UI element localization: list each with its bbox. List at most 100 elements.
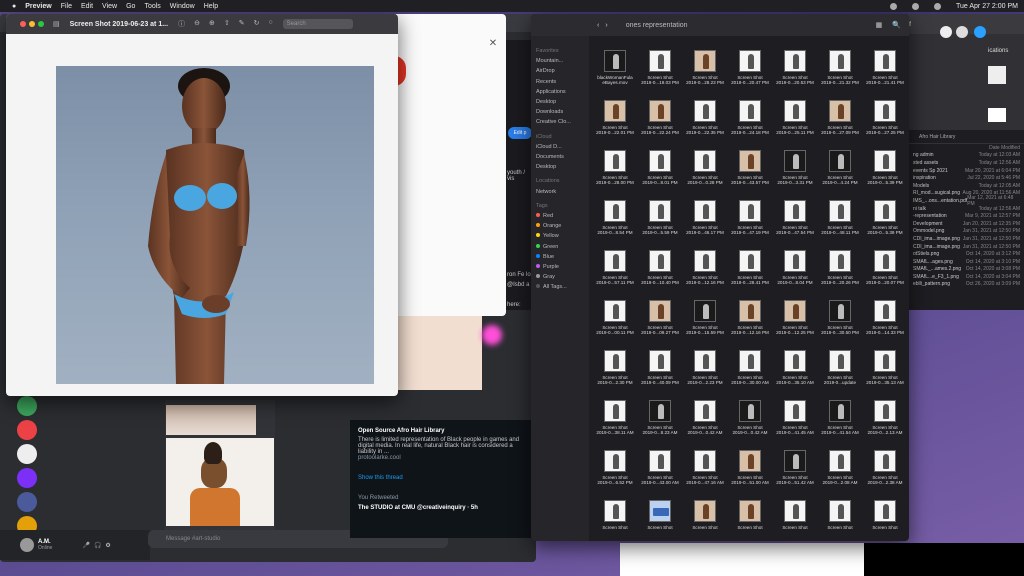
forward-arrow-icon[interactable]: › xyxy=(605,22,607,29)
file-item[interactable]: Screen Shot 2019-0...30.50 PM xyxy=(818,300,862,350)
notification-icon[interactable] xyxy=(956,26,968,38)
file-item[interactable]: Screen Shot 2019-0...22.24 PM xyxy=(638,100,682,150)
file-item[interactable]: Screen Shot 2019-0...51.00 AM xyxy=(728,450,772,500)
file-item[interactable]: Screen Shot 2019-0...43.00 AM xyxy=(638,450,682,500)
file-item[interactable]: Screen Shot 2019-0...00.11 PM xyxy=(593,300,637,350)
file-item[interactable]: Screen Shot 2019-0...20.47 PM xyxy=(728,50,772,100)
file-item[interactable]: Screen Shot 2019-0...update xyxy=(818,350,862,400)
server-icon[interactable] xyxy=(17,444,37,464)
sidebar-toggle-icon[interactable]: ▤ xyxy=(53,20,60,28)
list-row[interactable]: SMAfL_...ames.2.png Oct 14, 2020 at 3:08 … xyxy=(909,266,1024,274)
file-item[interactable]: Screen Shot 2019-0...40.09 PM xyxy=(638,350,682,400)
file-item[interactable]: Screen Shot 2019-0...2.13 AM xyxy=(863,400,907,450)
finder-search-icon[interactable]: 🔍 xyxy=(892,21,901,29)
sidebar-item-icloud[interactable]: Documents xyxy=(536,152,589,162)
file-item[interactable]: Screen Shot xyxy=(638,500,682,541)
rotate-icon[interactable]: ↻ xyxy=(254,19,260,29)
sidebar-item-tag[interactable]: Purple xyxy=(536,262,589,272)
server-icon[interactable] xyxy=(17,396,37,416)
edit-profile-button[interactable]: Edit p xyxy=(508,127,532,139)
file-item[interactable]: Screen Shot 2019-0...20.07 PM xyxy=(863,250,907,300)
file-item[interactable]: Screen Shot 2019-0...10.40 PM xyxy=(638,250,682,300)
avatar[interactable] xyxy=(20,538,34,552)
file-item[interactable]: Screen Shot 2019-0...51.42 AM xyxy=(773,450,817,500)
file-item[interactable]: Screen Shot 2019-0...09.27 PM xyxy=(638,300,682,350)
file-item[interactable]: Screen Shot 2019-0...12.25 PM xyxy=(773,300,817,350)
list-row[interactable]: sted assets Today at 12:56 AM xyxy=(909,159,1024,167)
file-item[interactable]: Screen Shot 2019-0...2.30 PM xyxy=(593,350,637,400)
sidebar-item-favorite[interactable]: Creative Clo... xyxy=(536,117,589,127)
list-row[interactable]: CDI_ima...image.png Jan 31, 2021 at 12:50… xyxy=(909,235,1024,243)
file-item[interactable]: Screen Shot 2019-0...12.16 PM xyxy=(728,300,772,350)
close-icon[interactable]: ✕ xyxy=(486,36,500,50)
file-item[interactable]: Screen Shot 2019-0...28.00 PM xyxy=(593,150,637,200)
file-item[interactable]: Screen Shot 2019-0...3.31 PM xyxy=(773,150,817,200)
search-menu-icon[interactable] xyxy=(912,2,919,10)
close-window-button[interactable] xyxy=(20,21,26,27)
file-item[interactable]: Screen Shot 2019-0...28.41 PM xyxy=(728,250,772,300)
sidebar-item-icloud[interactable]: iCloud D... xyxy=(536,142,589,152)
sidebar-item-tag[interactable]: Orange xyxy=(536,221,589,231)
file-item[interactable]: Screen Shot 2019-0...20.26 PM xyxy=(818,250,862,300)
menu-item-tools[interactable]: Tools xyxy=(144,3,160,10)
wifi-icon[interactable] xyxy=(890,2,897,10)
clock-icon[interactable] xyxy=(940,26,952,38)
file-item[interactable]: Screen Shot 2019-0...19.03 PM xyxy=(638,50,682,100)
tweet-author[interactable]: The STUDIO at CMU @creativeinquiry · 5h xyxy=(358,505,526,511)
file-item[interactable]: Screen Shot 2019-0...30.00 AM xyxy=(728,350,772,400)
tweet-link[interactable]: protoolarke.cool xyxy=(358,455,526,461)
show-thread-link[interactable]: Show this thread xyxy=(358,475,526,481)
file-item[interactable]: Screen Shot 2019-0...21.41 PM xyxy=(863,50,907,100)
control-center-icon[interactable] xyxy=(934,2,941,10)
file-item[interactable]: Screen Shot 2019-0...21.32 PM xyxy=(818,50,862,100)
list-row[interactable]: SMAfL...e_F3_1.png Oct 14, 2020 at 3:04 P… xyxy=(909,273,1024,281)
sidebar-item-location[interactable]: Network xyxy=(536,187,589,197)
file-item[interactable]: Screen Shot 2019-0...41.45 AM xyxy=(773,400,817,450)
file-item[interactable]: Screen Shot 2019-0...0.42 AM xyxy=(728,400,772,450)
file-item[interactable]: Screen Shot 2019-0...41.54 AM xyxy=(818,400,862,450)
file-item[interactable]: Screen Shot 2019-0...0.28 PM xyxy=(683,150,727,200)
file-item[interactable]: Screen Shot 2019-0...24.18 PM xyxy=(728,100,772,150)
list-row[interactable]: inspiration Jul 22, 2020 at 5:46 PM xyxy=(909,174,1024,182)
list-row[interactable]: Models Today at 12:05 AM xyxy=(909,182,1024,190)
zoom-in-icon[interactable]: ⊕ xyxy=(209,19,215,29)
menu-item-file[interactable]: File xyxy=(61,3,72,10)
feed-image-top[interactable] xyxy=(166,405,256,435)
file-item[interactable]: Screen Shot 2019-0...5.39 PM xyxy=(863,200,907,250)
file-item[interactable]: Screen Shot 2019-0...2.23 PM xyxy=(683,350,727,400)
file-item[interactable]: Screen Shot 2019-0...20.53 PM xyxy=(773,50,817,100)
menu-item-go[interactable]: Go xyxy=(126,3,135,10)
file-item[interactable]: Screen Shot 2019-0...2.08 AM xyxy=(818,450,862,500)
back-arrow-icon[interactable]: ‹ xyxy=(597,22,599,29)
markup-icon[interactable]: ✎ xyxy=(239,19,245,29)
file-item[interactable]: Screen Shot 2019-0...38.11 AM xyxy=(593,400,637,450)
thumbnail-icon[interactable] xyxy=(988,108,1006,122)
file-item[interactable]: Screen Shot xyxy=(773,500,817,541)
column-date-modified[interactable]: Date Modified xyxy=(989,145,1020,151)
file-item[interactable]: Screen Shot 2019-0...47.54 PM xyxy=(773,200,817,250)
headphones-icon[interactable]: 🎧 xyxy=(94,542,101,549)
menu-item-edit[interactable]: Edit xyxy=(81,3,93,10)
info-icon[interactable]: ⓘ xyxy=(178,19,185,29)
file-item[interactable]: Screen Shot xyxy=(593,500,637,541)
server-icon[interactable] xyxy=(17,420,37,440)
file-item[interactable]: Screen Shot xyxy=(863,500,907,541)
list-row[interactable]: ng admin Today at 12:03 AM xyxy=(909,152,1024,160)
file-item[interactable]: Screen Shot 2019-0...28.23 PM xyxy=(683,50,727,100)
minimize-window-button[interactable] xyxy=(29,21,35,27)
sidebar-item-icloud[interactable]: Desktop xyxy=(536,162,589,172)
file-item[interactable]: Screen Shot 2019-0...0.42 AM xyxy=(683,400,727,450)
file-item[interactable]: Screen Shot 2019-0...46.17 PM xyxy=(683,200,727,250)
sidebar-item-tag[interactable]: All Tags... xyxy=(536,282,589,292)
file-item[interactable]: Screen Shot 2019-0...5.39 PM xyxy=(863,150,907,200)
file-item[interactable]: Screen Shot 2019-0...57.11 PM xyxy=(593,250,637,300)
file-item[interactable]: Screen Shot 2019-0...35.13 AM xyxy=(863,350,907,400)
file-item[interactable]: Screen Shot 2019-0...43.57 PM xyxy=(728,150,772,200)
file-item[interactable]: Screen Shot 2019-0...27.25 PM xyxy=(863,100,907,150)
list-column-header[interactable]: Date Modified xyxy=(909,144,1024,152)
list-row[interactable]: eblli_pattern.png Oct 26, 2020 at 3:09 PM xyxy=(909,281,1024,289)
sidebar-item-tag[interactable]: Yellow xyxy=(536,231,589,241)
list-row[interactable]: events Sp 2021 Mar 20, 2021 at 6:04 PM xyxy=(909,167,1024,175)
zoom-window-button[interactable] xyxy=(38,21,44,27)
file-item[interactable]: Screen Shot 2019-0...35.10 AM xyxy=(773,350,817,400)
